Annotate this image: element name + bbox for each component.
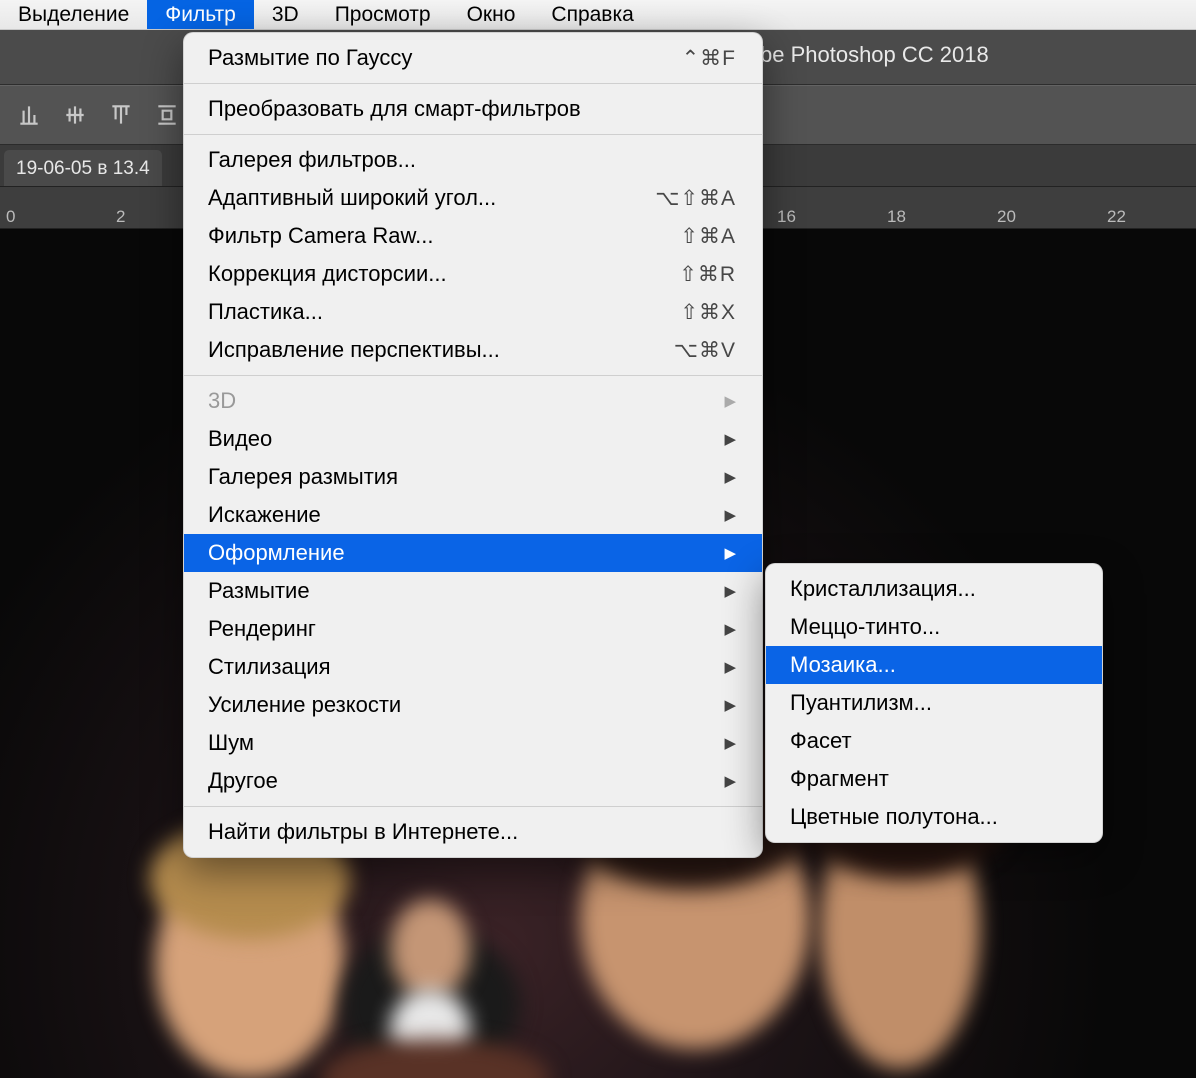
- align-bottom-icon[interactable]: [16, 102, 42, 128]
- menubar-item-3d[interactable]: 3D: [254, 0, 317, 29]
- menu-item-label: Галерея размытия: [208, 464, 398, 490]
- align-center-vert-icon[interactable]: [62, 102, 88, 128]
- menu-item-browse-filters-online[interactable]: Найти фильтры в Интернете...: [184, 813, 762, 851]
- submenu-arrow-icon: ▶: [684, 582, 736, 600]
- submenu-arrow-icon: ▶: [684, 734, 736, 752]
- menu-item-gaussian-blur[interactable]: Размытие по Гауссу ⌃⌘F: [184, 39, 762, 77]
- menu-item-label: Фасет: [790, 728, 852, 754]
- menu-separator: [184, 806, 762, 807]
- align-top-icon[interactable]: [108, 102, 134, 128]
- distribute-icon[interactable]: [154, 102, 180, 128]
- menubar-item-window[interactable]: Окно: [449, 0, 534, 29]
- menu-item-lens-correction[interactable]: Коррекция дисторсии... ⇧⌘R: [184, 255, 762, 293]
- menu-item-label: 3D: [208, 388, 236, 414]
- menu-item-label: Пластика...: [208, 299, 323, 325]
- submenu-arrow-icon: ▶: [684, 620, 736, 638]
- menu-item-shortcut: ⌥⇧⌘A: [655, 186, 736, 211]
- submenu-item-facet[interactable]: Фасет: [766, 722, 1102, 760]
- menu-item-label: Мозаика...: [790, 652, 896, 678]
- document-tab[interactable]: 19-06-05 в 13.4: [4, 150, 162, 186]
- submenu-item-fragment[interactable]: Фрагмент: [766, 760, 1102, 798]
- submenu-item-color-halftone[interactable]: Цветные полутона...: [766, 798, 1102, 836]
- submenu-arrow-icon: ▶: [684, 658, 736, 676]
- ruler-tick: 0: [6, 207, 15, 227]
- menu-item-label: Усиление резкости: [208, 692, 401, 718]
- menu-item-liquify[interactable]: Пластика... ⇧⌘X: [184, 293, 762, 331]
- menubar: Выделение Фильтр 3D Просмотр Окно Справк…: [0, 0, 1196, 30]
- photo-content: [390, 899, 470, 999]
- ruler-tick: 16: [777, 207, 796, 227]
- submenu-arrow-icon: ▶: [684, 696, 736, 714]
- submenu-arrow-icon: ▶: [684, 506, 736, 524]
- filter-menu: Размытие по Гауссу ⌃⌘F Преобразовать для…: [183, 32, 763, 858]
- submenu-item-mezzotint[interactable]: Меццо-тинто...: [766, 608, 1102, 646]
- submenu-arrow-icon: ▶: [684, 468, 736, 486]
- menu-item-noise-sub[interactable]: Шум ▶: [184, 724, 762, 762]
- menubar-item-help[interactable]: Справка: [533, 0, 651, 29]
- submenu-arrow-icon: ▶: [684, 430, 736, 448]
- menu-item-stylize-sub[interactable]: Стилизация ▶: [184, 648, 762, 686]
- menu-item-label: Другое: [208, 768, 278, 794]
- menu-item-filter-gallery[interactable]: Галерея фильтров...: [184, 141, 762, 179]
- menu-separator: [184, 134, 762, 135]
- menu-item-label: Стилизация: [208, 654, 331, 680]
- menu-item-other-sub[interactable]: Другое ▶: [184, 762, 762, 800]
- menubar-item-view[interactable]: Просмотр: [317, 0, 449, 29]
- menu-item-label: Оформление: [208, 540, 345, 566]
- ruler-tick: 2: [116, 207, 125, 227]
- menu-item-distort-sub[interactable]: Искажение ▶: [184, 496, 762, 534]
- menu-item-convert-smart-filters[interactable]: Преобразовать для смарт-фильтров: [184, 90, 762, 128]
- menu-separator: [184, 83, 762, 84]
- menu-item-label: Найти фильтры в Интернете...: [208, 819, 518, 845]
- ruler-tick: 18: [887, 207, 906, 227]
- menu-item-label: Размытие: [208, 578, 310, 604]
- menu-item-3d-sub: 3D ▶: [184, 382, 762, 420]
- menu-item-blur-sub[interactable]: Размытие ▶: [184, 572, 762, 610]
- menu-item-label: Видео: [208, 426, 272, 452]
- menu-item-label: Пуантилизм...: [790, 690, 932, 716]
- menu-item-label: Фильтр Camera Raw...: [208, 223, 434, 249]
- menu-item-label: Рендеринг: [208, 616, 316, 642]
- menu-item-shortcut: ⌃⌘F: [682, 46, 736, 71]
- submenu-arrow-icon: ▶: [684, 392, 736, 410]
- ruler-tick: 20: [997, 207, 1016, 227]
- submenu-item-mosaic[interactable]: Мозаика...: [766, 646, 1102, 684]
- menu-item-label: Адаптивный широкий угол...: [208, 185, 496, 211]
- menu-item-render-sub[interactable]: Рендеринг ▶: [184, 610, 762, 648]
- menubar-item-filter[interactable]: Фильтр: [147, 0, 254, 29]
- menu-item-label: Цветные полутона...: [790, 804, 998, 830]
- menu-item-label: Преобразовать для смарт-фильтров: [208, 96, 581, 122]
- menu-item-label: Меццо-тинто...: [790, 614, 940, 640]
- app-title: be Photoshop CC 2018: [760, 42, 1184, 68]
- submenu-item-crystallize[interactable]: Кристаллизация...: [766, 570, 1102, 608]
- menu-separator: [184, 375, 762, 376]
- menu-item-label: Размытие по Гауссу: [208, 45, 412, 71]
- pixelate-submenu: Кристаллизация... Меццо-тинто... Мозаика…: [765, 563, 1103, 843]
- menu-item-label: Исправление перспективы...: [208, 337, 500, 363]
- menu-item-label: Шум: [208, 730, 254, 756]
- menu-item-sharpen-sub[interactable]: Усиление резкости ▶: [184, 686, 762, 724]
- menu-item-blur-gallery-sub[interactable]: Галерея размытия ▶: [184, 458, 762, 496]
- menubar-item-selection[interactable]: Выделение: [0, 0, 147, 29]
- menu-item-label: Фрагмент: [790, 766, 889, 792]
- menu-item-shortcut: ⇧⌘A: [680, 224, 736, 249]
- menu-item-camera-raw[interactable]: Фильтр Camera Raw... ⇧⌘A: [184, 217, 762, 255]
- menu-item-vanishing-point[interactable]: Исправление перспективы... ⌥⌘V: [184, 331, 762, 369]
- menu-item-label: Искажение: [208, 502, 321, 528]
- ruler-tick: 22: [1107, 207, 1126, 227]
- menu-item-video-sub[interactable]: Видео ▶: [184, 420, 762, 458]
- submenu-item-pointillize[interactable]: Пуантилизм...: [766, 684, 1102, 722]
- menu-item-label: Кристаллизация...: [790, 576, 976, 602]
- menu-item-label: Коррекция дисторсии...: [208, 261, 447, 287]
- menu-item-label: Галерея фильтров...: [208, 147, 416, 173]
- menu-item-shortcut: ⌥⌘V: [674, 338, 736, 363]
- menu-item-shortcut: ⇧⌘X: [680, 300, 736, 325]
- menu-item-adaptive-wide-angle[interactable]: Адаптивный широкий угол... ⌥⇧⌘A: [184, 179, 762, 217]
- menu-item-shortcut: ⇧⌘R: [679, 262, 736, 287]
- menu-item-pixelate-sub[interactable]: Оформление ▶: [184, 534, 762, 572]
- submenu-arrow-icon: ▶: [684, 544, 736, 562]
- submenu-arrow-icon: ▶: [684, 772, 736, 790]
